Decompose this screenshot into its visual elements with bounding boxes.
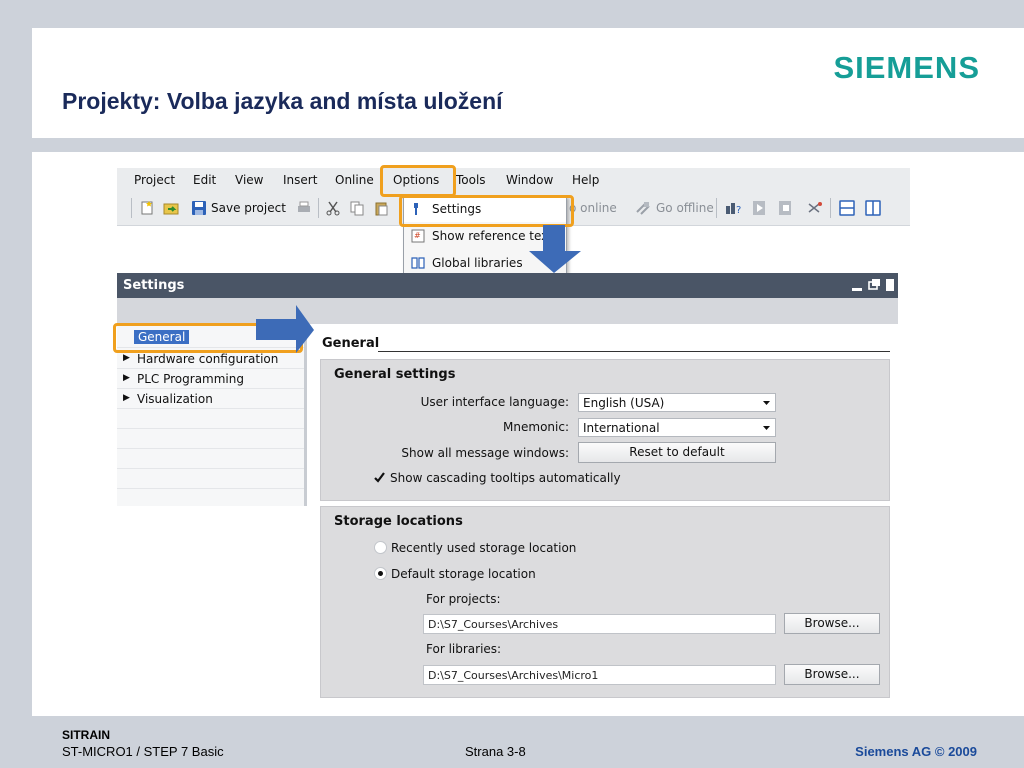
checkbox-label: Show cascading tooltips automatically xyxy=(390,471,621,485)
go-offline-icon[interactable] xyxy=(635,200,651,216)
default-location-radio[interactable]: Default storage location xyxy=(374,567,536,581)
group-title: General settings xyxy=(334,367,456,382)
browse-libraries-button[interactable]: Browse... xyxy=(784,664,880,685)
callout-right-arrow xyxy=(256,305,314,353)
mnemonic-select[interactable]: International xyxy=(578,418,776,437)
slide-header: Projekty: Volba jazyka and místa uložení… xyxy=(32,28,1024,138)
ui-language-select[interactable]: English (USA) xyxy=(578,393,776,412)
menu-item-label: Global libraries xyxy=(432,256,523,270)
toolbar-separator xyxy=(830,198,831,218)
options-highlight-box xyxy=(380,165,456,197)
open-project-icon[interactable] xyxy=(163,200,179,216)
split-vertical-icon[interactable] xyxy=(865,200,881,216)
menu-window[interactable]: Window xyxy=(506,173,553,187)
nav-empty-row xyxy=(117,469,304,489)
settings-toolbar-band xyxy=(117,298,898,324)
radio-button[interactable] xyxy=(374,541,387,554)
menu-insert[interactable]: Insert xyxy=(283,173,317,187)
checkmark-icon[interactable] xyxy=(373,471,386,484)
settings-titlebar: Settings xyxy=(117,273,898,298)
nav-item-visualization[interactable]: ▶ Visualization xyxy=(117,389,304,409)
stop-simulation-icon[interactable] xyxy=(777,200,793,216)
siemens-logo: SIEMENS xyxy=(833,50,980,85)
projects-path-label: For projects: xyxy=(426,592,501,606)
settings-highlight-box xyxy=(399,195,574,227)
radio-label: Recently used storage location xyxy=(391,541,577,555)
toolbar-separator xyxy=(131,198,132,218)
chevron-down-icon[interactable] xyxy=(759,420,774,435)
message-windows-label: Show all message windows: xyxy=(401,446,569,460)
book-icon xyxy=(411,257,425,269)
go-online-button[interactable]: o online xyxy=(569,201,617,215)
footer-course: ST-MICRO1 / STEP 7 Basic xyxy=(62,744,224,759)
browse-projects-button[interactable]: Browse... xyxy=(784,613,880,634)
radio-button[interactable] xyxy=(374,567,387,580)
settings-main-pane: General General settings User interface … xyxy=(310,324,898,704)
new-project-icon[interactable] xyxy=(139,200,155,216)
group-title: Storage locations xyxy=(334,514,463,529)
svg-text:?: ? xyxy=(736,205,741,216)
general-settings-group: General settings User interface language… xyxy=(320,359,890,501)
cut-icon[interactable] xyxy=(325,200,341,216)
nav-item-plc-programming[interactable]: ▶ PLC Programming xyxy=(117,369,304,389)
chevron-down-icon[interactable] xyxy=(759,395,774,410)
nav-item-label: PLC Programming xyxy=(137,372,244,386)
path-value: D:\S7_Courses\Archives\Micro1 xyxy=(428,669,599,682)
accessible-devices-icon[interactable]: ? xyxy=(725,200,741,216)
header-separator xyxy=(0,138,1024,152)
svg-text:#: # xyxy=(414,231,421,240)
expand-arrow-icon[interactable]: ▶ xyxy=(123,353,130,363)
nav-empty-row xyxy=(117,429,304,449)
storage-locations-group: Storage locations Recently used storage … xyxy=(320,506,890,698)
nav-empty-row xyxy=(117,449,304,469)
menu-help[interactable]: Help xyxy=(572,173,599,187)
menu-project[interactable]: Project xyxy=(134,173,175,187)
menu-tools[interactable]: Tools xyxy=(456,173,486,187)
ui-language-label: User interface language: xyxy=(420,395,569,409)
mnemonic-label: Mnemonic: xyxy=(503,420,569,434)
section-title: General xyxy=(322,336,380,351)
reference-text-icon: # xyxy=(411,229,425,243)
radio-label: Default storage location xyxy=(391,567,536,581)
footer-page-number: Strana 3-8 xyxy=(465,744,526,759)
toolbar-separator xyxy=(716,198,717,218)
save-icon[interactable] xyxy=(191,200,207,216)
footer-copyright: Siemens AG © 2009 xyxy=(855,744,977,759)
selected-value: English (USA) xyxy=(583,396,665,410)
projects-path-input[interactable]: D:\S7_Courses\Archives xyxy=(423,614,776,634)
copy-icon[interactable] xyxy=(349,200,365,216)
reset-to-default-button[interactable]: Reset to default xyxy=(578,442,776,463)
toolbar-separator xyxy=(318,198,319,218)
libraries-path-label: For libraries: xyxy=(426,642,502,656)
settings-window-title: Settings xyxy=(123,278,185,293)
callout-down-arrow xyxy=(529,225,581,273)
go-offline-button[interactable]: Go offline xyxy=(656,201,714,215)
menu-edit[interactable]: Edit xyxy=(193,173,216,187)
recent-location-radio[interactable]: Recently used storage location xyxy=(374,541,576,555)
cross-reference-icon[interactable] xyxy=(807,200,823,216)
slide-top-band xyxy=(0,0,1024,28)
selected-value: International xyxy=(583,421,660,435)
nav-item-label: Visualization xyxy=(137,392,213,406)
slide-footer: SITRAIN ST-MICRO1 / STEP 7 Basic Strana … xyxy=(32,716,1024,768)
libraries-path-input[interactable]: D:\S7_Courses\Archives\Micro1 xyxy=(423,665,776,685)
nav-empty-row xyxy=(117,409,304,429)
expand-arrow-icon[interactable]: ▶ xyxy=(123,373,130,383)
menu-view[interactable]: View xyxy=(235,173,263,187)
print-icon[interactable] xyxy=(296,200,312,216)
slide-title: Projekty: Volba jazyka and místa uložení xyxy=(62,88,503,114)
cascading-tooltips-checkbox-row[interactable]: Show cascading tooltips automatically xyxy=(373,471,621,485)
start-simulation-icon[interactable] xyxy=(751,200,767,216)
split-horizontal-icon[interactable] xyxy=(839,200,855,216)
window-controls-icon[interactable] xyxy=(848,276,894,294)
footer-brand: SITRAIN xyxy=(62,728,110,742)
expand-arrow-icon[interactable]: ▶ xyxy=(123,393,130,403)
menu-online[interactable]: Online xyxy=(335,173,374,187)
save-project-button[interactable]: Save project xyxy=(211,201,286,215)
section-rule xyxy=(378,351,890,352)
path-value: D:\S7_Courses\Archives xyxy=(428,618,559,631)
paste-icon[interactable] xyxy=(373,200,389,216)
